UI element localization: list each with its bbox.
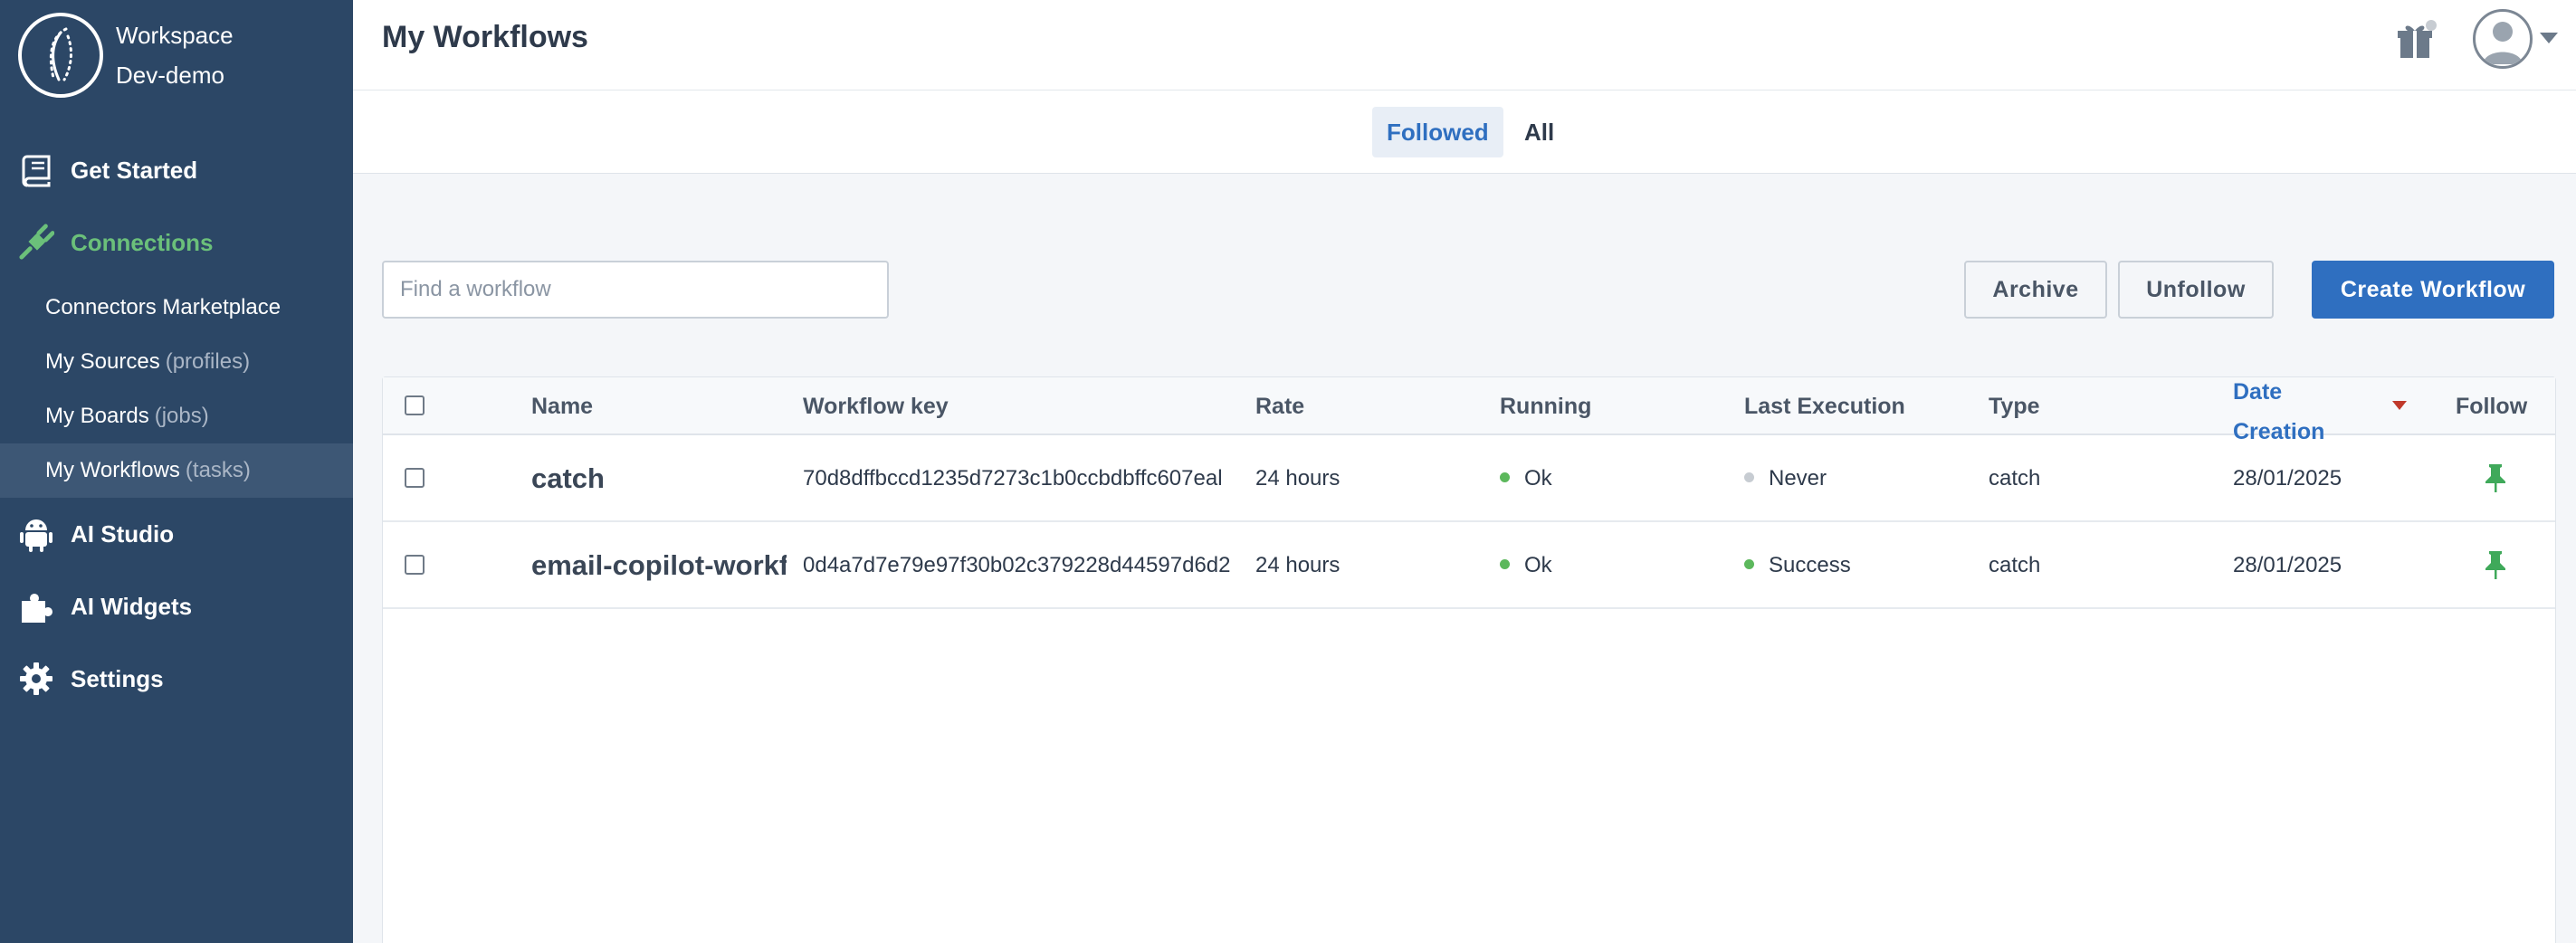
chevron-down-icon[interactable] [2540,33,2558,43]
sub-item-hint: (jobs) [154,404,209,428]
workflow-key: 70d8dffbccd1235d7273c1b0ccbdbffc607eal [803,466,1223,491]
column-type[interactable]: Type [1989,394,2040,420]
status-dot-icon [1500,472,1510,483]
workspace-logo-icon [18,13,103,98]
puzzle-icon [18,588,54,624]
nav-ai-widgets-label: AI Widgets [71,592,193,620]
workflow-rate: 24 hours [1255,466,1340,491]
page-title: My Workflows [382,20,588,54]
nav-ai-studio[interactable]: AI Studio [18,516,174,552]
workflow-rate: 24 hours [1255,553,1340,577]
workspace-label: Workspace [116,22,234,49]
column-follow[interactable]: Follow [2456,394,2527,420]
column-last-execution[interactable]: Last Execution [1744,394,1905,420]
nav-connections-label: Connections [71,228,214,256]
workflow-name[interactable]: email-copilot-workfl [531,549,787,582]
column-name[interactable]: Name [531,394,593,420]
row-checkbox[interactable] [405,555,425,575]
status-dot-icon [1744,472,1754,483]
create-workflow-button[interactable]: Create Workflow [2312,261,2554,319]
sub-item-hint: (tasks) [185,458,251,482]
top-header: My Workflows [353,0,2576,90]
table-row[interactable]: catch 70d8dffbccd1235d7273c1b0ccbdbffc60… [383,435,2555,522]
tab-followed[interactable]: Followed [1372,107,1503,157]
nav-ai-widgets[interactable]: AI Widgets [18,588,192,624]
running-label: Ok [1524,466,1552,491]
row-checkbox[interactable] [405,468,425,488]
tabs-bar: Followed All [353,90,2576,174]
sub-item-label: My Boards [45,404,149,428]
workflow-type: catch [1989,553,2041,577]
last-execution-label: Success [1769,553,1851,577]
table-header: Name Workflow key Rate Running Last Exec… [383,377,2555,444]
status-dot-icon [1500,559,1510,570]
unfollow-button[interactable]: Unfollow [2118,261,2274,319]
pin-icon[interactable] [2483,462,2508,493]
avatar[interactable] [2473,9,2533,69]
sidebar-item-my-sources[interactable]: My Sources (profiles) [0,335,353,389]
tab-all[interactable]: All [1510,107,1569,157]
archive-button[interactable]: Archive [1964,261,2107,319]
sidebar: Workspace Dev-demo Get Started Connectio… [0,0,353,943]
nav-settings-label: Settings [71,664,164,692]
gear-icon [18,661,54,697]
pin-icon[interactable] [2483,549,2508,580]
workspace-name: Dev-demo [116,62,224,89]
sub-item-hint: (profiles) [165,349,251,374]
sort-desc-icon[interactable] [2392,401,2407,410]
nav-connections[interactable]: Connections [18,224,213,261]
nav-ai-studio-label: AI Studio [71,519,175,548]
select-all-checkbox[interactable] [405,395,425,415]
sidebar-item-my-boards[interactable]: My Boards (jobs) [0,389,353,443]
running-label: Ok [1524,553,1552,577]
column-rate[interactable]: Rate [1255,394,1304,420]
nav-settings[interactable]: Settings [18,661,164,697]
running-status: Ok [1500,553,1552,578]
creation-date: 28/01/2025 [2233,466,2342,491]
workflow-key: 0d4a7d7e79e97f30b02c379228d44597d6d2 [803,553,1231,577]
workspace-switcher[interactable]: Workspace Dev-demo [18,13,234,98]
workflow-type: catch [1989,466,2041,491]
workflows-table: Name Workflow key Rate Running Last Exec… [382,376,2556,943]
last-execution-status: Success [1744,553,1851,578]
table-row[interactable]: email-copilot-workfl 0d4a7d7e79e97f30b02… [383,522,2555,609]
column-workflow-key[interactable]: Workflow key [803,394,949,420]
gift-icon[interactable] [2395,20,2437,62]
sub-item-label: My Workflows [45,458,180,482]
sidebar-item-my-workflows[interactable]: My Workflows (tasks) [0,443,353,498]
plug-icon [18,224,54,261]
sub-item-label: My Sources [45,349,160,374]
book-icon [18,152,54,188]
column-running[interactable]: Running [1500,394,1591,420]
nav-get-started[interactable]: Get Started [18,152,197,188]
android-icon [18,516,54,552]
creation-date: 28/01/2025 [2233,553,2342,577]
status-dot-icon [1744,559,1754,570]
nav-get-started-label: Get Started [71,156,198,184]
sub-item-label: Connectors Marketplace [45,295,281,319]
workflow-name[interactable]: catch [531,462,605,495]
sidebar-item-connectors-marketplace[interactable]: Connectors Marketplace [0,281,353,335]
column-date-label: Date [2233,379,2283,405]
last-execution-status: Never [1744,466,1827,491]
search-input[interactable] [382,261,889,319]
running-status: Ok [1500,466,1552,491]
last-execution-label: Never [1769,466,1827,491]
